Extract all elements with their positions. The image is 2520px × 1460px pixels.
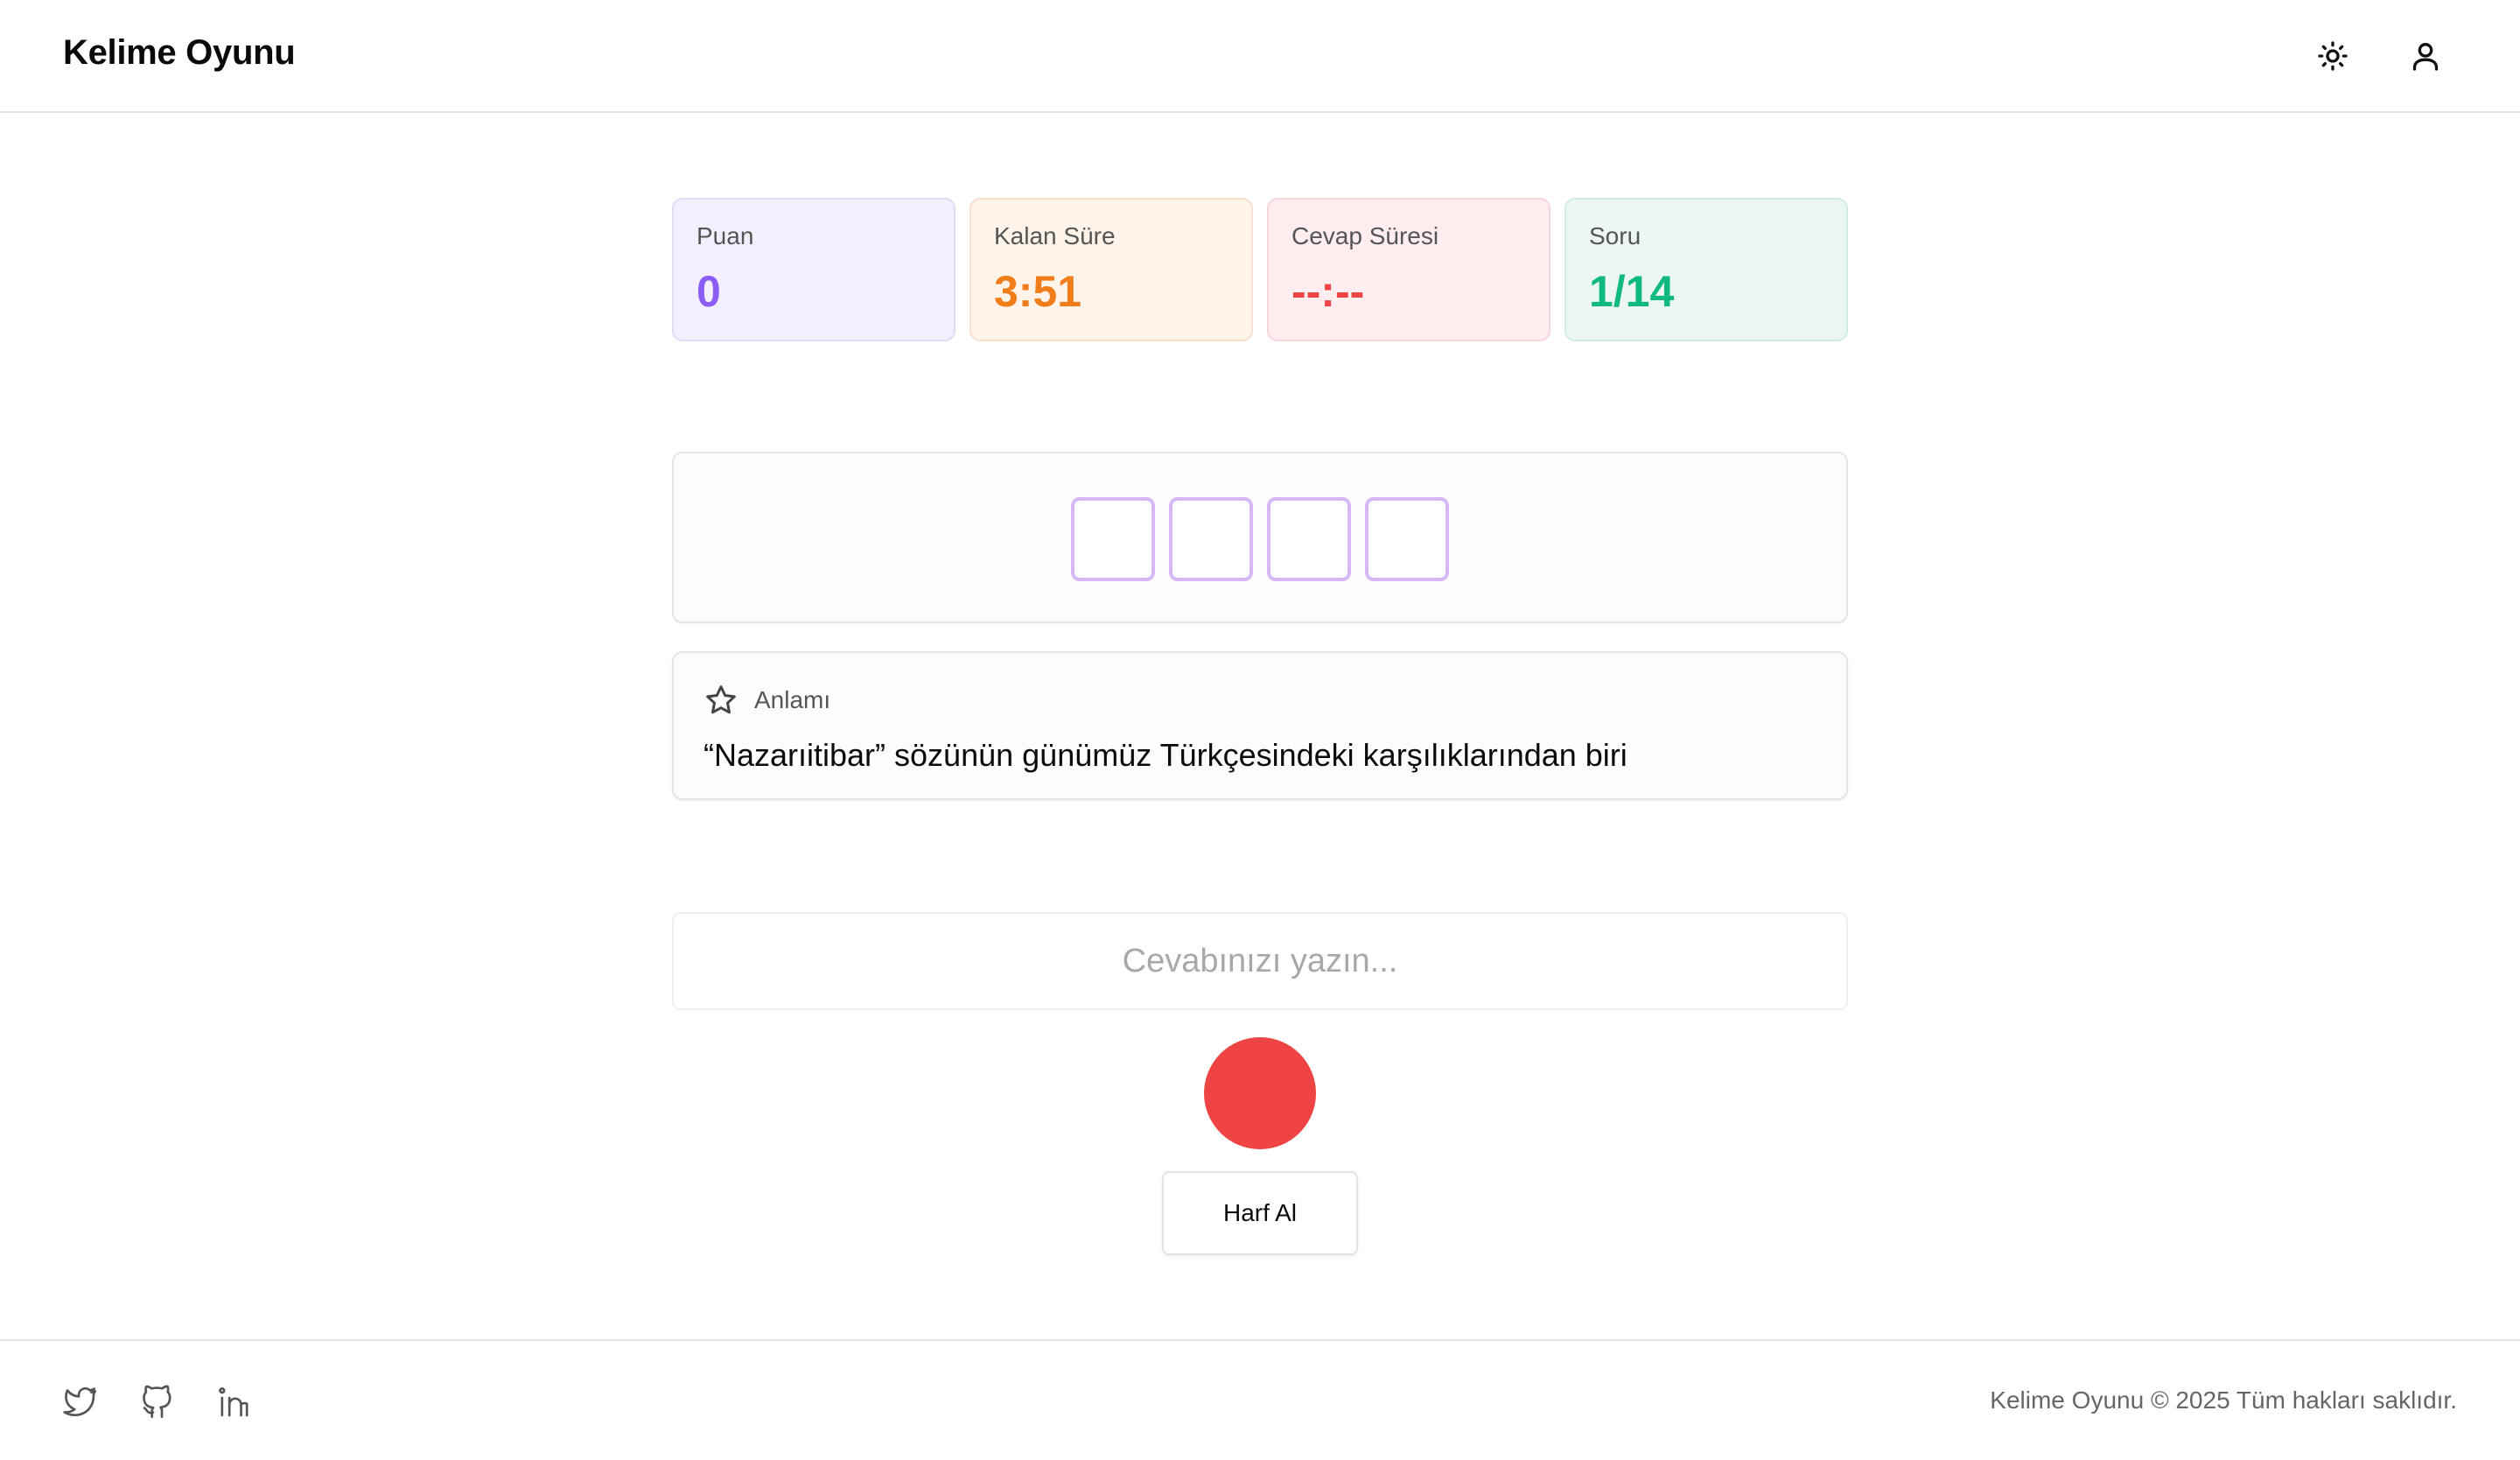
time-left-label: Kalan Süre (994, 222, 1116, 249)
app-footer: Kelime Oyunu © 2025 Tüm hakları saklıdır… (0, 1339, 2520, 1460)
meaning-label: Anlamı (754, 686, 831, 713)
app-title[interactable]: Kelime Oyunu (63, 33, 296, 73)
answer-time-card: Cevap Süresi --:-- (1267, 198, 1550, 341)
question-label: Soru (1589, 222, 1642, 249)
user-icon (2412, 43, 2439, 71)
linkedin-link[interactable] (215, 1383, 254, 1421)
github-icon (143, 1385, 172, 1418)
answer-input[interactable] (672, 912, 1848, 1010)
record-button[interactable] (1204, 1037, 1316, 1149)
score-value: 0 (696, 267, 721, 316)
question-card: Soru 1/14 (1564, 198, 1848, 341)
letter-box (1365, 497, 1449, 581)
twitter-link[interactable] (61, 1383, 100, 1421)
get-letter-button[interactable]: Harf Al (1162, 1171, 1358, 1255)
meaning-panel: Anlamı “Nazarıitibar” sözünün günümüz Tü… (672, 651, 1848, 800)
twitter-icon (63, 1386, 96, 1417)
time-left-value: 3:51 (994, 267, 1082, 316)
answer-time-label: Cevap Süresi (1292, 222, 1439, 249)
time-left-card: Kalan Süre 3:51 (970, 198, 1253, 341)
meaning-text: “Nazarıitibar” sözünün günümüz Türkçesin… (704, 737, 1628, 773)
user-profile-button[interactable] (2404, 35, 2446, 77)
github-link[interactable] (138, 1383, 177, 1421)
score-label: Puan (696, 222, 754, 249)
sun-icon (2318, 41, 2348, 71)
copyright-text: Kelime Oyunu © 2025 Tüm hakları saklıdır… (1990, 1386, 2457, 1414)
meaning-header: Anlamı (704, 683, 830, 718)
letter-box (1169, 497, 1253, 581)
letter-box (1267, 497, 1351, 581)
question-value: 1/14 (1589, 267, 1675, 316)
answer-time-value: --:-- (1292, 267, 1365, 316)
star-icon (706, 685, 736, 714)
app-header: Kelime Oyunu (0, 0, 2520, 113)
linkedin-icon (219, 1386, 248, 1417)
theme-toggle-button[interactable] (2312, 35, 2354, 77)
letter-box (1071, 497, 1155, 581)
score-card: Puan 0 (672, 198, 956, 341)
word-panel (672, 452, 1848, 623)
